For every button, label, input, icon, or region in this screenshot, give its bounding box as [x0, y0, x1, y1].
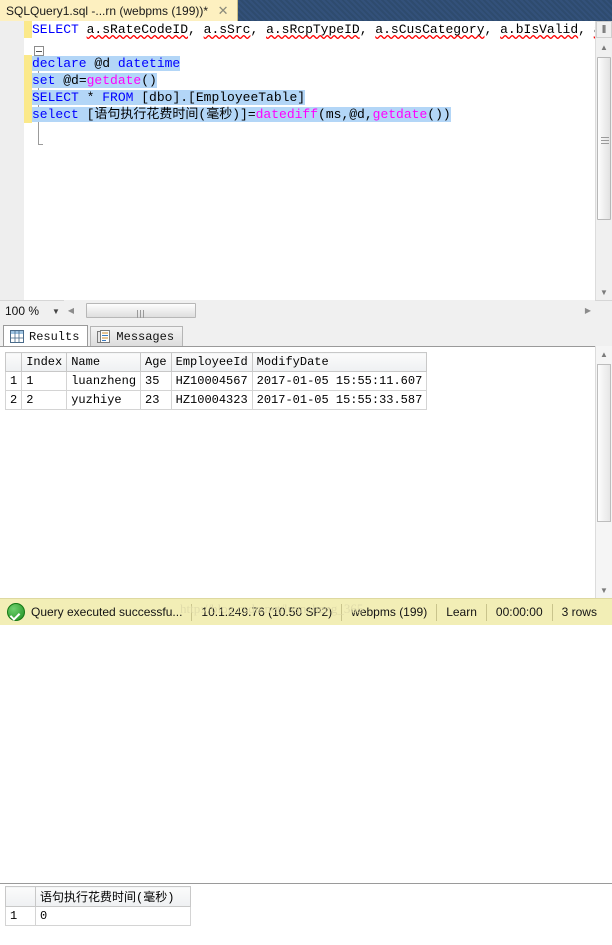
tab-messages[interactable]: Messages	[90, 326, 184, 347]
status-divider	[341, 603, 343, 621]
table-cell[interactable]: 0	[35, 906, 191, 926]
tab-messages-label: Messages	[116, 330, 175, 344]
editor-split-handle[interactable]: ‖	[596, 21, 612, 38]
column-header[interactable]: 语句执行花费时间(毫秒)	[35, 886, 191, 907]
document-tab-title: SQLQuery1.sql -...rn (webpms (199))*	[6, 3, 209, 18]
sql-editor[interactable]: SELECT a.sRateCodeID, a.sSrc, a.sRcpType…	[0, 21, 612, 300]
zoom-level-value[interactable]: 100 %	[0, 304, 47, 318]
row-header-cell[interactable]: 2	[4, 390, 23, 410]
scroll-right-icon[interactable]: ▶	[581, 302, 595, 319]
document-tab-strip: SQLQuery1.sql -...rn (webpms (199))* ✕	[0, 0, 612, 21]
scroll-down-icon[interactable]: ▼	[596, 284, 612, 300]
table-header-row: 语句执行花费时间(毫秒)	[5, 886, 191, 907]
results-grid-primary[interactable]: Index Name Age EmployeeId ModifyDate 1 1 luanzh…	[4, 352, 428, 410]
table-header-row: Index Name Age EmployeeId ModifyDate	[4, 352, 428, 372]
close-icon[interactable]: ✕	[216, 4, 230, 18]
table-row[interactable]: 1 1 luanzheng 35 HZ10004567 2017-01-05 15:55:…	[4, 371, 428, 391]
table-cell[interactable]: 1	[21, 371, 68, 391]
results-grid-secondary[interactable]: 语句执行花费时间(毫秒) 1 0	[5, 886, 201, 926]
column-header[interactable]: EmployeeId	[170, 352, 253, 372]
row-header-cell[interactable]: 1	[4, 371, 23, 391]
success-check-icon	[7, 603, 25, 621]
column-header[interactable]: Name	[66, 352, 142, 372]
status-rowcount: 3 rows	[561, 605, 597, 619]
results-grid-area: Index Name Age EmployeeId ModifyDate 1 1 luanzh…	[0, 346, 612, 945]
ssms-query-window: SQLQuery1.sql -...rn (webpms (199))* ✕ S…	[0, 0, 612, 945]
table-cell[interactable]: luanzheng	[66, 371, 142, 391]
grid-corner-cell[interactable]	[4, 352, 23, 372]
scrollbar-thumb[interactable]	[597, 57, 611, 220]
status-divider	[485, 603, 487, 621]
results-scrollbar-thumb[interactable]	[597, 364, 611, 522]
document-tab-sqlquery1[interactable]: SQLQuery1.sql -...rn (webpms (199))* ✕	[0, 0, 238, 21]
editor-horizontal-scrollbar[interactable]: ◀ ▶	[64, 300, 595, 321]
editor-line: SELECT a.sRateCodeID, a.sSrc, a.sRcpType…	[32, 22, 595, 37]
column-header[interactable]: Index	[21, 352, 68, 372]
status-database: webpms (199)	[351, 605, 428, 619]
editor-vertical-scrollbar[interactable]: ‖ ▲ ▼	[595, 21, 612, 300]
scroll-up-icon[interactable]: ▲	[596, 39, 612, 55]
grid-icon	[10, 330, 24, 343]
column-header[interactable]: ModifyDate	[251, 352, 428, 372]
table-cell[interactable]: 2017-01-05 15:55:33.587	[251, 390, 428, 410]
results-tab-strip: Results Messages	[0, 325, 185, 347]
hscroll-grip-icon	[136, 307, 146, 318]
grid-corner-cell[interactable]	[5, 886, 36, 907]
editor-line: set @d=getdate()	[32, 73, 157, 88]
messages-icon	[97, 330, 111, 343]
results-scroll-up-icon[interactable]: ▲	[596, 346, 612, 362]
table-row[interactable]: 2 2 yuzhiye 23 HZ10004323 2017-01-05 15:55:33…	[4, 390, 428, 410]
status-user: Learn	[446, 605, 477, 619]
status-divider	[436, 603, 438, 621]
results-pane: Results Messages Index Name Age EmployeeId M…	[0, 321, 612, 945]
results-vertical-scrollbar[interactable]: ▲ ▼	[595, 346, 612, 598]
scrollbar-grip-icon	[601, 135, 609, 144]
editor-line: SELECT * FROM [dbo].[EmployeeTable]	[32, 90, 306, 105]
status-divider	[551, 603, 553, 621]
table-cell[interactable]: HZ10004567	[170, 371, 253, 391]
table-cell[interactable]: yuzhiye	[66, 390, 142, 410]
tab-results[interactable]: Results	[3, 325, 89, 347]
scroll-left-icon[interactable]: ◀	[64, 302, 78, 319]
table-cell[interactable]: HZ10004323	[170, 390, 253, 410]
table-cell[interactable]: 23	[140, 390, 172, 410]
status-bar: Query executed successfu... 10.1.249.76 …	[0, 598, 612, 625]
hscroll-thumb[interactable]	[86, 303, 196, 318]
sql-editor-text[interactable]: SELECT a.sRateCodeID, a.sSrc, a.sRcpType…	[32, 21, 595, 300]
table-cell[interactable]: 2	[21, 390, 68, 410]
table-cell[interactable]: 2017-01-05 15:55:11.607	[251, 371, 428, 391]
table-row[interactable]: 10	[5, 906, 191, 926]
status-message: Query executed successfu...	[31, 605, 183, 619]
results-scroll-down-icon[interactable]: ▼	[596, 582, 612, 598]
editor-change-bar	[24, 21, 32, 300]
status-server: 10.1.249.76 (10.50 SP2)	[201, 605, 333, 619]
column-header[interactable]: Age	[140, 352, 172, 372]
row-header-cell[interactable]: 1	[5, 906, 36, 926]
status-elapsed: 00:00:00	[495, 605, 543, 619]
tab-results-label: Results	[29, 329, 80, 344]
chevron-down-icon[interactable]: ▼	[47, 307, 65, 316]
editor-indicator-margin	[0, 21, 25, 300]
status-divider	[191, 603, 193, 621]
table-cell[interactable]: 35	[140, 371, 172, 391]
editor-line: declare @d datetime	[32, 56, 181, 71]
hscroll-track[interactable]	[78, 302, 581, 319]
editor-line: select [语句执行花费时间(毫秒)]=datediff(ms,@d,get…	[32, 107, 451, 122]
